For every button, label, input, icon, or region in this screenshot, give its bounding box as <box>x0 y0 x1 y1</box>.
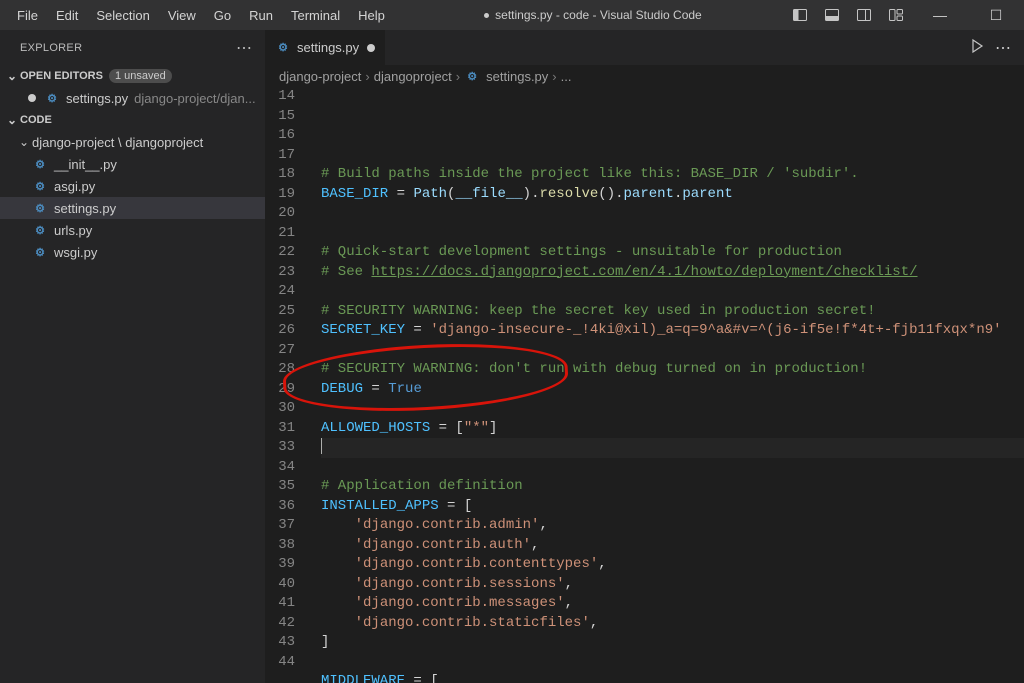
open-editors-header[interactable]: ⌄ OPEN EDITORS 1 unsaved <box>0 65 265 87</box>
layout-toggle-secondary-sidebar-icon[interactable] <box>856 7 872 23</box>
file-item[interactable]: ⚙ settings.py <box>0 197 265 219</box>
python-file-icon: ⚙ <box>44 90 60 106</box>
editor-more-icon[interactable]: ⋯ <box>995 38 1012 58</box>
explorer-more-icon[interactable]: ⋯ <box>236 38 253 58</box>
open-editors-label: OPEN EDITORS <box>20 70 103 82</box>
title-controls: ― ☐ <box>792 0 1016 30</box>
layout-toggle-panel-icon[interactable] <box>824 7 840 23</box>
workspace-label: CODE <box>20 114 52 126</box>
python-file-icon: ⚙ <box>32 222 48 238</box>
file-name: settings.py <box>54 201 116 216</box>
unsaved-badge: 1 unsaved <box>109 69 172 83</box>
file-item[interactable]: ⚙ urls.py <box>0 219 265 241</box>
python-file-icon: ⚙ <box>32 178 48 194</box>
open-editor-path: django-project/djan... <box>134 91 255 106</box>
explorer-header: EXPLORER ⋯ <box>0 30 265 65</box>
file-name: __init__.py <box>54 157 117 172</box>
python-file-icon: ⚙ <box>275 40 291 56</box>
file-name: asgi.py <box>54 179 95 194</box>
folder-name: django-project \ djangoproject <box>32 135 203 150</box>
open-editor-filename: settings.py <box>66 91 128 106</box>
window-minimize-button[interactable]: ― <box>920 0 960 30</box>
menu-edit[interactable]: Edit <box>47 8 87 23</box>
layout-toggle-primary-sidebar-icon[interactable] <box>792 7 808 23</box>
title-bar: File Edit Selection View Go Run Terminal… <box>0 0 1024 30</box>
chevron-down-icon: ⌄ <box>4 69 20 83</box>
menu-file[interactable]: File <box>8 8 47 23</box>
folder-item[interactable]: ⌄ django-project \ djangoproject <box>0 131 265 153</box>
menu-view[interactable]: View <box>159 8 205 23</box>
run-icon[interactable] <box>969 38 985 57</box>
menu-help[interactable]: Help <box>349 8 394 23</box>
editor-tabs: ⚙ settings.py ⋯ <box>265 30 1024 65</box>
customize-layout-icon[interactable] <box>888 7 904 23</box>
chevron-down-icon: ⌄ <box>16 135 32 149</box>
code-editor[interactable]: 1415161718192021222324252627282930313334… <box>265 87 1024 683</box>
menu-terminal[interactable]: Terminal <box>282 8 349 23</box>
window-title: settings.py - code - Visual Studio Code <box>394 8 792 22</box>
breadcrumbs[interactable]: django-project › djangoproject › ⚙settin… <box>265 65 1024 87</box>
tab-settings-py[interactable]: ⚙ settings.py <box>265 30 386 65</box>
menu-selection[interactable]: Selection <box>87 8 158 23</box>
python-file-icon: ⚙ <box>32 244 48 260</box>
window-title-text: settings.py - code - Visual Studio Code <box>495 8 702 22</box>
open-editor-item[interactable]: ⚙ settings.py django-project/djan... <box>0 87 265 109</box>
file-name: urls.py <box>54 223 92 238</box>
breadcrumb-item[interactable]: django-project <box>279 69 361 84</box>
python-file-icon: ⚙ <box>32 156 48 172</box>
code-content[interactable]: # Build paths inside the project like th… <box>313 87 1024 683</box>
chevron-right-icon: › <box>456 69 460 84</box>
explorer-title: EXPLORER <box>20 42 82 54</box>
python-file-icon: ⚙ <box>32 200 48 216</box>
modified-dot-icon <box>484 13 489 18</box>
chevron-right-icon: › <box>552 69 556 84</box>
breadcrumb-item[interactable]: djangoproject <box>374 69 452 84</box>
modified-dot-icon <box>28 94 36 102</box>
menu-run[interactable]: Run <box>240 8 282 23</box>
explorer-sidebar: EXPLORER ⋯ ⌄ OPEN EDITORS 1 unsaved ⚙ se… <box>0 30 265 683</box>
breadcrumb-item[interactable]: ... <box>561 69 572 84</box>
window-maximize-button[interactable]: ☐ <box>976 0 1016 30</box>
menu-bar: File Edit Selection View Go Run Terminal… <box>8 8 394 23</box>
menu-go[interactable]: Go <box>205 8 240 23</box>
chevron-down-icon: ⌄ <box>4 113 20 127</box>
chevron-right-icon: › <box>365 69 369 84</box>
workspace-header[interactable]: ⌄ CODE <box>0 109 265 131</box>
python-file-icon: ⚙ <box>464 68 480 84</box>
breadcrumb-item[interactable]: ⚙settings.py <box>464 68 548 84</box>
file-name: wsgi.py <box>54 245 97 260</box>
modified-dot-icon <box>367 44 375 52</box>
file-item[interactable]: ⚙ asgi.py <box>0 175 265 197</box>
file-item[interactable]: ⚙ wsgi.py <box>0 241 265 263</box>
editor-area: ⚙ settings.py ⋯ django-project › djangop… <box>265 30 1024 683</box>
file-item[interactable]: ⚙ __init__.py <box>0 153 265 175</box>
tab-label: settings.py <box>297 40 359 55</box>
line-gutter: 1415161718192021222324252627282930313334… <box>265 87 313 683</box>
